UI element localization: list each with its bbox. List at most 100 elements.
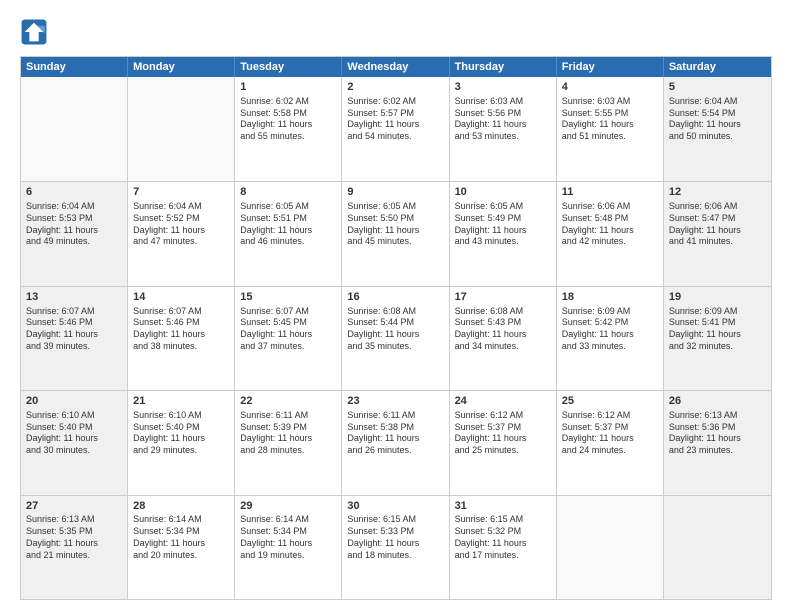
calendar-row-1: 1Sunrise: 6:02 AM Sunset: 5:58 PM Daylig… <box>21 77 771 181</box>
day-number: 26 <box>669 394 766 409</box>
calendar-cell: 6Sunrise: 6:04 AM Sunset: 5:53 PM Daylig… <box>21 182 128 285</box>
calendar-cell: 2Sunrise: 6:02 AM Sunset: 5:57 PM Daylig… <box>342 77 449 181</box>
calendar-cell: 14Sunrise: 6:07 AM Sunset: 5:46 PM Dayli… <box>128 287 235 390</box>
header-day-friday: Friday <box>557 57 664 77</box>
calendar-cell: 28Sunrise: 6:14 AM Sunset: 5:34 PM Dayli… <box>128 496 235 599</box>
calendar-cell: 22Sunrise: 6:11 AM Sunset: 5:39 PM Dayli… <box>235 391 342 494</box>
cell-info: Sunrise: 6:12 AM Sunset: 5:37 PM Dayligh… <box>562 410 658 457</box>
cell-info: Sunrise: 6:05 AM Sunset: 5:51 PM Dayligh… <box>240 201 336 248</box>
day-number: 30 <box>347 499 443 514</box>
day-number: 27 <box>26 499 122 514</box>
day-number: 5 <box>669 80 766 95</box>
calendar-cell: 20Sunrise: 6:10 AM Sunset: 5:40 PM Dayli… <box>21 391 128 494</box>
calendar-row-3: 13Sunrise: 6:07 AM Sunset: 5:46 PM Dayli… <box>21 286 771 390</box>
calendar: SundayMondayTuesdayWednesdayThursdayFrid… <box>20 56 772 600</box>
day-number: 4 <box>562 80 658 95</box>
day-number: 16 <box>347 290 443 305</box>
cell-info: Sunrise: 6:08 AM Sunset: 5:43 PM Dayligh… <box>455 306 551 353</box>
header-day-sunday: Sunday <box>21 57 128 77</box>
calendar-cell: 21Sunrise: 6:10 AM Sunset: 5:40 PM Dayli… <box>128 391 235 494</box>
cell-info: Sunrise: 6:14 AM Sunset: 5:34 PM Dayligh… <box>240 514 336 561</box>
calendar-row-5: 27Sunrise: 6:13 AM Sunset: 5:35 PM Dayli… <box>21 495 771 599</box>
day-number: 17 <box>455 290 551 305</box>
cell-info: Sunrise: 6:15 AM Sunset: 5:32 PM Dayligh… <box>455 514 551 561</box>
cell-info: Sunrise: 6:05 AM Sunset: 5:49 PM Dayligh… <box>455 201 551 248</box>
cell-info: Sunrise: 6:09 AM Sunset: 5:41 PM Dayligh… <box>669 306 766 353</box>
cell-info: Sunrise: 6:03 AM Sunset: 5:56 PM Dayligh… <box>455 96 551 143</box>
cell-info: Sunrise: 6:07 AM Sunset: 5:46 PM Dayligh… <box>26 306 122 353</box>
calendar-cell <box>664 496 771 599</box>
calendar-cell: 4Sunrise: 6:03 AM Sunset: 5:55 PM Daylig… <box>557 77 664 181</box>
day-number: 19 <box>669 290 766 305</box>
calendar-cell <box>128 77 235 181</box>
calendar-cell: 16Sunrise: 6:08 AM Sunset: 5:44 PM Dayli… <box>342 287 449 390</box>
day-number: 22 <box>240 394 336 409</box>
day-number: 29 <box>240 499 336 514</box>
calendar-cell: 24Sunrise: 6:12 AM Sunset: 5:37 PM Dayli… <box>450 391 557 494</box>
day-number: 2 <box>347 80 443 95</box>
calendar-row-4: 20 Sunrise: 6:10 AM Sunset: 5:40 PM Dayli… <box>21 390 771 494</box>
cell-info: Sunrise: 6:06 AM Sunset: 5:48 PM Dayligh… <box>562 201 658 248</box>
calendar-cell: 1Sunrise: 6:02 AM Sunset: 5:58 PM Daylig… <box>235 77 342 181</box>
day-number: 7 <box>133 185 229 200</box>
cell-info: Sunrise: 6:02 AM Sunset: 5:58 PM Dayligh… <box>240 96 336 143</box>
calendar-cell: 12Sunrise: 6:06 AM Sunset: 5:47 PM Dayli… <box>664 182 771 285</box>
day-number: 6 <box>26 185 122 200</box>
cell-info: Sunrise: 6:08 AM Sunset: 5:44 PM Dayligh… <box>347 306 443 353</box>
header-day-wednesday: Wednesday <box>342 57 449 77</box>
calendar-cell: 26Sunrise: 6:13 AM Sunset: 5:36 PM Dayli… <box>664 391 771 494</box>
header-day-tuesday: Tuesday <box>235 57 342 77</box>
day-number: 12 <box>669 185 766 200</box>
day-number: 3 <box>455 80 551 95</box>
cell-info: Sunrise: 6:13 AM Sunset: 5:36 PM Dayligh… <box>669 410 766 457</box>
calendar-header: SundayMondayTuesdayWednesdayThursdayFrid… <box>21 57 771 77</box>
calendar-cell: 8Sunrise: 6:05 AM Sunset: 5:51 PM Daylig… <box>235 182 342 285</box>
cell-info: Sunrise: 6:11 AM Sunset: 5:39 PM Dayligh… <box>240 410 336 457</box>
logo <box>20 18 52 46</box>
cell-info: Sunrise: 6:07 AM Sunset: 5:46 PM Dayligh… <box>133 306 229 353</box>
calendar-cell: 15Sunrise: 6:07 AM Sunset: 5:45 PM Dayli… <box>235 287 342 390</box>
page: SundayMondayTuesdayWednesdayThursdayFrid… <box>0 0 792 612</box>
calendar-cell: 31Sunrise: 6:15 AM Sunset: 5:32 PM Dayli… <box>450 496 557 599</box>
cell-info: Sunrise: 6:12 AM Sunset: 5:37 PM Dayligh… <box>455 410 551 457</box>
day-number: 31 <box>455 499 551 514</box>
cell-info: Sunrise: 6:15 AM Sunset: 5:33 PM Dayligh… <box>347 514 443 561</box>
day-number: 9 <box>347 185 443 200</box>
calendar-body: 1Sunrise: 6:02 AM Sunset: 5:58 PM Daylig… <box>21 77 771 599</box>
header <box>20 18 772 46</box>
calendar-cell: 9Sunrise: 6:05 AM Sunset: 5:50 PM Daylig… <box>342 182 449 285</box>
cell-info: Sunrise: 6:05 AM Sunset: 5:50 PM Dayligh… <box>347 201 443 248</box>
cell-info: Sunrise: 6:07 AM Sunset: 5:45 PM Dayligh… <box>240 306 336 353</box>
calendar-cell: 30Sunrise: 6:15 AM Sunset: 5:33 PM Dayli… <box>342 496 449 599</box>
day-number: 23 <box>347 394 443 409</box>
cell-info: Sunrise: 6:04 AM Sunset: 5:52 PM Dayligh… <box>133 201 229 248</box>
calendar-cell: 17Sunrise: 6:08 AM Sunset: 5:43 PM Dayli… <box>450 287 557 390</box>
day-number: 28 <box>133 499 229 514</box>
header-day-thursday: Thursday <box>450 57 557 77</box>
calendar-cell: 7Sunrise: 6:04 AM Sunset: 5:52 PM Daylig… <box>128 182 235 285</box>
calendar-cell: 27Sunrise: 6:13 AM Sunset: 5:35 PM Dayli… <box>21 496 128 599</box>
calendar-cell: 5Sunrise: 6:04 AM Sunset: 5:54 PM Daylig… <box>664 77 771 181</box>
calendar-cell: 13Sunrise: 6:07 AM Sunset: 5:46 PM Dayli… <box>21 287 128 390</box>
header-day-saturday: Saturday <box>664 57 771 77</box>
cell-info: Sunrise: 6:04 AM Sunset: 5:54 PM Dayligh… <box>669 96 766 143</box>
calendar-cell: 18Sunrise: 6:09 AM Sunset: 5:42 PM Dayli… <box>557 287 664 390</box>
day-number: 21 <box>133 394 229 409</box>
day-number: 15 <box>240 290 336 305</box>
cell-info: Sunrise: 6:10 AM Sunset: 5:40 PM Dayligh… <box>133 410 229 457</box>
cell-info: Sunrise: 6:06 AM Sunset: 5:47 PM Dayligh… <box>669 201 766 248</box>
calendar-cell: 3Sunrise: 6:03 AM Sunset: 5:56 PM Daylig… <box>450 77 557 181</box>
day-number: 8 <box>240 185 336 200</box>
calendar-cell <box>21 77 128 181</box>
day-number: 13 <box>26 290 122 305</box>
calendar-cell: 11Sunrise: 6:06 AM Sunset: 5:48 PM Dayli… <box>557 182 664 285</box>
calendar-cell: 10Sunrise: 6:05 AM Sunset: 5:49 PM Dayli… <box>450 182 557 285</box>
day-number: 20 <box>26 394 122 409</box>
calendar-row-2: 6Sunrise: 6:04 AM Sunset: 5:53 PM Daylig… <box>21 181 771 285</box>
calendar-cell: 19Sunrise: 6:09 AM Sunset: 5:41 PM Dayli… <box>664 287 771 390</box>
day-number: 14 <box>133 290 229 305</box>
calendar-cell: 29Sunrise: 6:14 AM Sunset: 5:34 PM Dayli… <box>235 496 342 599</box>
day-number: 1 <box>240 80 336 95</box>
cell-info: Sunrise: 6:13 AM Sunset: 5:35 PM Dayligh… <box>26 514 122 561</box>
day-number: 10 <box>455 185 551 200</box>
